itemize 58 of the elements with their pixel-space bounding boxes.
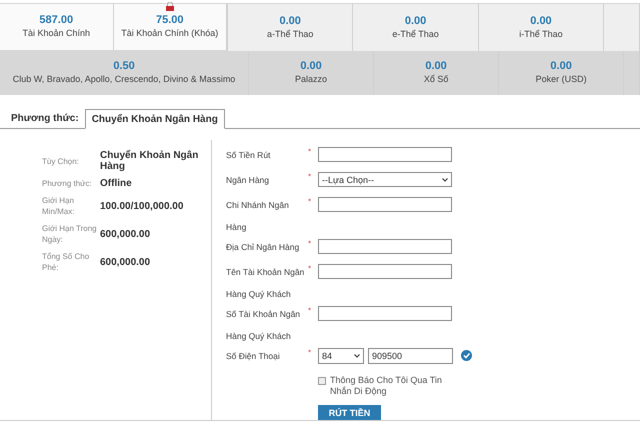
wallet-name: Palazzo [295,73,328,86]
info-value: 600,000.00 [100,228,152,240]
info-value: 100.00/100,000.00 [100,200,184,212]
balance-amount: 0.00 [425,60,447,74]
text-field[interactable] [318,147,452,162]
field-label: Địa Chỉ Ngân Hàng [226,241,300,254]
required-mark: * [308,172,312,182]
wallet-name: i-Thể Thao [519,28,563,40]
wallet-name: Tài Khoản Chính (Khóa) [121,27,218,40]
wallet-name: e-Thể Thao [392,28,439,40]
info-value: 600,000.00 [100,256,152,268]
country-code-dropdown[interactable]: 84 [318,348,364,364]
wallet-name: Poker (USD) [536,73,587,86]
info-value: Chuyển Khoản Ngân Hàng [100,150,200,172]
required-mark: * [308,306,312,316]
checkbox-label: Thông Báo Cho Tôi Qua Tin Nhắn Di Động [330,375,443,397]
field-label: Số Điện Thoại [226,350,281,363]
lock-icon [164,2,175,11]
info-label: Tổng Số Cho Phé: [42,251,90,273]
phone-field[interactable]: 909500 [368,348,453,364]
required-mark: * [308,147,312,157]
text-field[interactable] [318,197,452,212]
balance-amount: 0.00 [279,14,301,28]
bank-dropdown[interactable]: --Lựa Chọn-- [318,172,452,187]
required-mark: * [308,239,312,249]
info-label: Tùy Chọn: [42,156,80,166]
info-value: Offline [100,178,133,189]
field-label: Tên Tài Khoản Ngân Hàng Quý Khách [226,266,306,301]
balance-amount: 587.00 [39,14,74,28]
balance-amount: 0.00 [300,60,322,74]
balance-amount: 0.00 [530,14,552,28]
balance-amount: 0.50 [113,60,135,74]
withdraw-button[interactable]: RÚT TIỀN [318,405,381,420]
balance-amount: 75.00 [156,14,184,28]
balance-amount: 0.00 [404,14,426,28]
text-field[interactable] [318,239,452,254]
balance-amount: 0.00 [550,60,572,74]
text-field[interactable] [318,306,452,321]
info-label: Giới Hạn Trong Ngày: [42,223,98,245]
wallet-name: Xổ Số [424,73,448,86]
field-label: Số Tài Khoản Ngân Hàng Quý Khách [226,308,302,343]
method-tab[interactable]: Chuyển Khoản Ngân Hàng [84,109,225,129]
field-label: Ngân Hàng [226,174,270,187]
info-label: Phương thức: [42,178,93,189]
wallet-name: a-Thể Thao [267,28,314,40]
required-mark: * [308,348,312,358]
required-mark: * [308,264,312,274]
info-label: Giới Hạn Min/Max: [42,195,76,217]
caret-icon [442,178,448,182]
checkbox[interactable] [318,377,326,385]
field-label: Số Tiền Rút [226,149,272,162]
text-field[interactable] [318,264,452,279]
caret-icon [354,354,360,358]
wallet-name: Club W, Bravado, Apollo, Crescendo, Divino & Massimo [12,73,236,86]
wallet-name: Tài Khoản Chính [22,27,90,40]
field-label: Chi Nhánh Ngân Hàng [226,199,290,234]
required-mark: * [308,197,312,207]
method-label: Phương thức: [10,113,80,126]
